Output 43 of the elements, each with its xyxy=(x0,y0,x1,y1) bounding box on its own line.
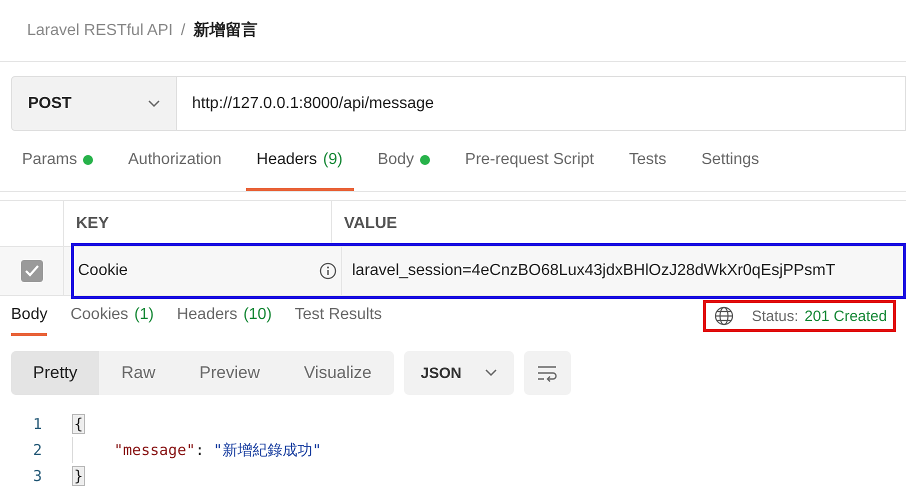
request-tab[interactable]: Authorization xyxy=(117,131,233,191)
response-tab[interactable]: Test Results xyxy=(294,296,382,336)
request-tab[interactable]: Params xyxy=(11,131,104,191)
line-number: 3 xyxy=(32,467,43,485)
code-brace: { xyxy=(72,414,86,434)
status-value: 201 Created xyxy=(804,308,887,324)
method-dropdown[interactable]: POST xyxy=(11,76,177,131)
chevron-down-icon xyxy=(484,369,497,377)
column-header: KEY xyxy=(64,201,332,246)
json-value: "新增紀錄成功" xyxy=(213,440,322,460)
line-number: 1 xyxy=(32,415,43,433)
chevron-down-icon xyxy=(148,100,160,108)
response-tab[interactable]: Headers (10) xyxy=(176,296,272,336)
checkmark-icon xyxy=(24,265,38,277)
wrap-button[interactable] xyxy=(524,351,571,395)
url-field[interactable]: http://127.0.0.1:8000/api/message xyxy=(177,76,906,131)
view-mode-tab[interactable]: Preview xyxy=(177,351,282,395)
code-brace: } xyxy=(72,466,86,486)
table-cell-text: laravel_session=4eCnzBO68Lux43jdxBHlOzJ28dWkXr0qEsjPPsmT xyxy=(351,261,836,281)
line-number: 2 xyxy=(32,441,43,459)
response-tab[interactable]: Body xyxy=(11,296,48,336)
wrap-lines-icon xyxy=(536,364,558,382)
request-tab[interactable]: Tests xyxy=(618,131,678,191)
format-dropdown[interactable]: JSON xyxy=(404,351,514,395)
view-mode-tab[interactable]: Pretty xyxy=(11,351,100,395)
json-colon: : xyxy=(195,441,204,459)
checkbox[interactable] xyxy=(20,260,42,282)
json-key: "message" xyxy=(114,441,196,459)
view-mode-tab[interactable]: Raw xyxy=(99,351,178,395)
globe-icon xyxy=(714,306,734,326)
view-mode-tab[interactable]: Visualize xyxy=(282,351,394,395)
request-name: 新增留言 xyxy=(193,20,258,41)
request-tab[interactable]: Headers (9) xyxy=(246,131,354,191)
table-cell: Cookie xyxy=(78,262,128,280)
request-tab[interactable]: Pre-request Script xyxy=(454,131,605,191)
request-tab[interactable]: Body xyxy=(366,131,442,191)
breadcrumb-separator: / xyxy=(180,22,186,40)
request-tab[interactable]: Settings xyxy=(690,131,770,191)
status-label: Status: xyxy=(752,308,798,324)
info-icon xyxy=(319,262,337,280)
column-header: VALUE xyxy=(343,214,398,234)
collection-name[interactable]: Laravel RESTful API xyxy=(27,22,173,40)
response-tab[interactable]: Cookies (1) xyxy=(70,296,154,336)
